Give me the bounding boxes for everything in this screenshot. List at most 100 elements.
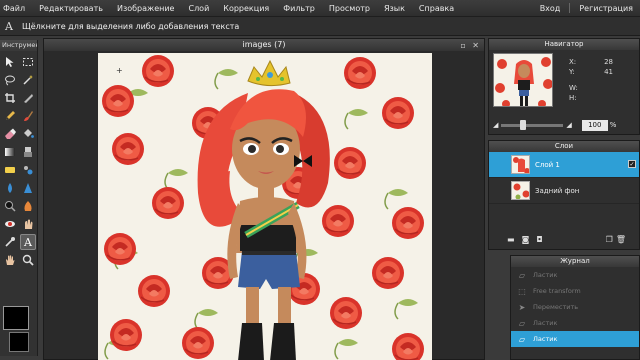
burn-icon[interactable] [20, 198, 36, 214]
menu-divider [569, 3, 571, 13]
transform-icon: ⬚ [518, 286, 526, 296]
layer-visibility-checkbox[interactable]: ✓ [628, 160, 636, 168]
sharpen-icon[interactable] [20, 180, 36, 196]
text-tool-icon: A [5, 19, 13, 33]
history-item-label: Ластик [533, 335, 558, 343]
layer-row[interactable]: Слой 1 ✓ [489, 152, 639, 178]
layers-title: Слои [489, 141, 639, 152]
drop-icon[interactable] [2, 180, 18, 196]
zoom-controls: ◢ ◢ 100 % [493, 119, 637, 131]
tools-panel: Инструмент A [0, 40, 38, 356]
new-layer-icon[interactable]: ❐ [606, 235, 613, 244]
sponge-icon[interactable] [2, 162, 18, 178]
x-label: X: [569, 58, 577, 66]
history-item[interactable]: ▱ Ластик [511, 267, 639, 283]
bucket-icon[interactable] [20, 126, 36, 142]
blur-icon[interactable] [20, 162, 36, 178]
menu-image[interactable]: Изображение [110, 4, 182, 13]
pencil-icon[interactable] [2, 108, 18, 124]
menu-adjust[interactable]: Коррекция [216, 4, 276, 13]
zoom-in-icon[interactable]: ◢ [566, 121, 571, 129]
eraser-icon: ▱ [518, 318, 526, 328]
move-icon[interactable] [2, 54, 18, 70]
document-window: images (7) ▫ ✕ + [43, 38, 485, 360]
history-item-label: Переместить [533, 303, 579, 311]
tools-panel-title: Инструмент [0, 40, 37, 51]
delete-layer-icon[interactable]: 🗑 [616, 235, 626, 244]
eraser-icon[interactable] [2, 126, 18, 142]
photo-editor-app: Файл Редактировать Изображение Слой Корр… [0, 0, 640, 360]
layer-name: Задний фон [535, 186, 580, 195]
y-label: Y: [569, 68, 575, 76]
picker-icon[interactable] [2, 234, 18, 250]
layer-thumbnail [511, 181, 530, 200]
svg-text:+: + [116, 66, 123, 75]
document-window-buttons[interactable]: ▫ ✕ [460, 40, 481, 52]
eraser-icon: ▱ [518, 270, 526, 280]
layer-row[interactable]: Задний фон [489, 178, 639, 204]
background-color-swatch[interactable] [9, 332, 29, 352]
canvas-artwork: + [98, 53, 432, 360]
options-bar: A Щёлкните для выделения либо добавления… [0, 17, 640, 36]
history-item[interactable]: ▱ Ластик [511, 331, 639, 347]
link-layers-icon[interactable]: ▬ [507, 235, 515, 244]
register-link[interactable]: Регистрация [572, 4, 640, 13]
zoom-unit: % [609, 121, 617, 129]
history-title: Журнал [511, 256, 639, 267]
layer-actions: ▬ ◙ ◘ ❐ 🗑 [507, 235, 633, 244]
zoom-icon[interactable] [20, 252, 36, 268]
document-title-bar[interactable]: images (7) ▫ ✕ [44, 39, 484, 51]
layers-panel: Слои Слой 1 ✓ Задний фон ▬ ◙ ◘ ❐ 🗑 [488, 140, 640, 250]
zoom-slider-knob[interactable] [519, 119, 526, 130]
smudge-icon[interactable] [20, 216, 36, 232]
slice-icon[interactable] [20, 90, 36, 106]
history-item-label: Ластик [533, 271, 558, 279]
marquee-icon[interactable] [20, 54, 36, 70]
x-value: 28 [604, 58, 613, 66]
menu-file[interactable]: Файл [0, 4, 32, 13]
gradient-icon[interactable] [2, 144, 18, 160]
h-label: H: [569, 94, 577, 102]
layer-style-icon[interactable]: ◙ [522, 235, 530, 244]
tool-hint: Щёлкните для выделения либо добавления т… [22, 21, 240, 31]
clone-icon[interactable] [20, 144, 36, 160]
account-links: Вход Регистрация [537, 3, 640, 13]
w-label: W: [569, 84, 578, 92]
navigator-coordinates: X: 28 Y: 41 W: H: [569, 57, 613, 103]
move-icon: ➤ [518, 302, 526, 312]
history-item-label: Ластик [533, 319, 558, 327]
crop-icon[interactable] [2, 90, 18, 106]
dodge-icon[interactable] [2, 198, 18, 214]
layer-thumbnail [511, 155, 530, 174]
menu-edit[interactable]: Редактировать [32, 4, 110, 13]
zoom-out-icon[interactable]: ◢ [493, 121, 498, 129]
menu-view[interactable]: Просмотр [322, 4, 377, 13]
history-item[interactable]: ▱ Ластик [511, 315, 639, 331]
layer-mask-icon[interactable]: ◘ [536, 235, 542, 244]
foreground-color-swatch[interactable] [3, 306, 29, 330]
history-item[interactable]: ➤ Переместить [511, 299, 639, 315]
menu-help[interactable]: Справка [412, 4, 461, 13]
zoom-slider[interactable] [501, 119, 564, 130]
menu-filter[interactable]: Фильтр [276, 4, 322, 13]
red-eye-icon[interactable] [2, 216, 18, 232]
menu-language[interactable]: Язык [377, 4, 412, 13]
history-item[interactable]: ⬚ Free transform [511, 283, 639, 299]
y-value: 41 [604, 68, 613, 76]
wand-icon[interactable] [20, 72, 36, 88]
lasso-icon[interactable] [2, 72, 18, 88]
hand-icon[interactable] [2, 252, 18, 268]
menu-bar: Файл Редактировать Изображение Слой Корр… [0, 0, 640, 17]
navigator-thumbnail[interactable] [493, 53, 553, 107]
history-panel: Журнал ▱ Ластик ⬚ Free transform ➤ Перем… [510, 255, 640, 360]
login-link[interactable]: Вход [537, 4, 568, 13]
zoom-input[interactable]: 100 [581, 119, 608, 131]
eraser-icon: ▱ [518, 334, 526, 344]
history-item-label: Free transform [533, 287, 581, 295]
menu-layer[interactable]: Слой [181, 4, 216, 13]
image-canvas[interactable]: + [98, 53, 432, 360]
navigator-panel: Навигатор X: 28 Y: 41 W: H: ◢ ◢ 100 % [488, 38, 640, 135]
brush-icon[interactable] [20, 108, 36, 124]
document-title: images (7) [242, 40, 286, 49]
text-icon[interactable]: A [20, 234, 36, 250]
